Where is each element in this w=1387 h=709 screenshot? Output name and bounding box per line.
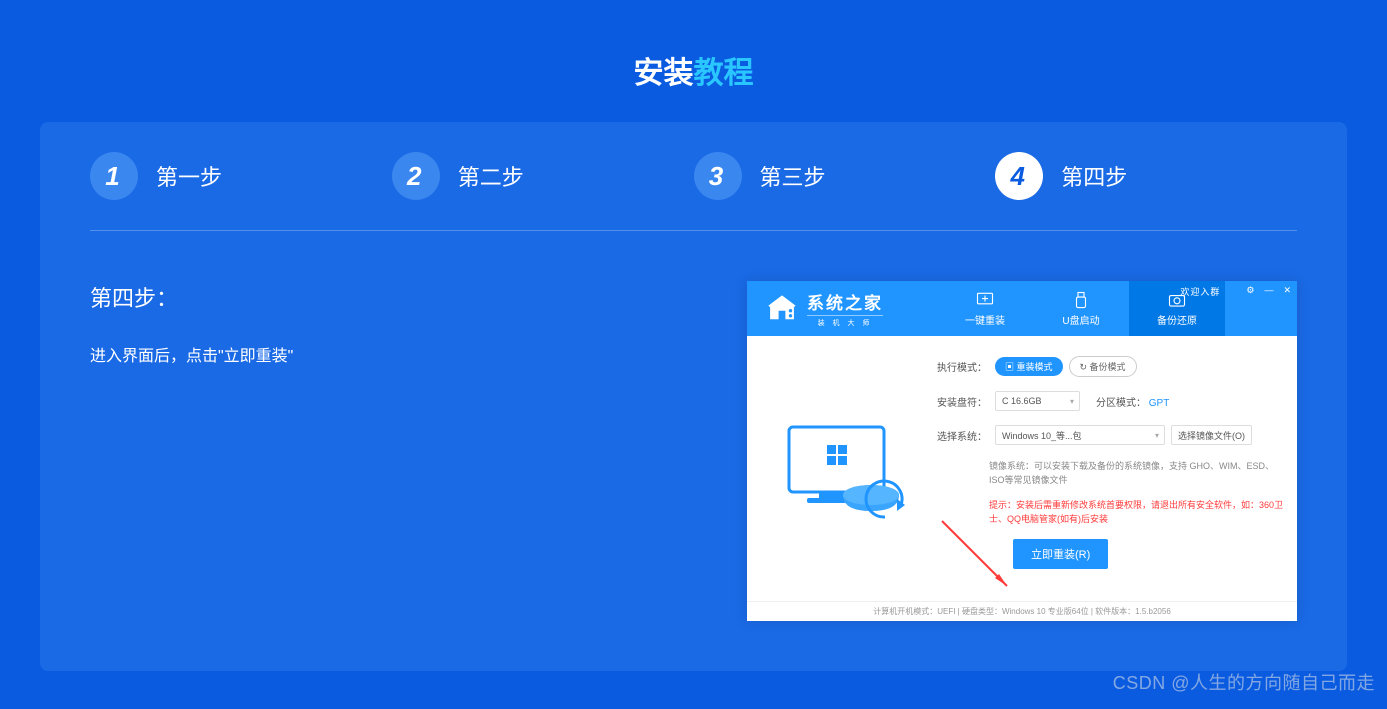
tab-usb-label: U盘启动 <box>1062 312 1099 327</box>
step-4[interactable]: 4 第四步 <box>995 152 1297 200</box>
header-link[interactable]: 欢迎入群 <box>1180 285 1220 298</box>
page-title: 安装教程 <box>0 0 1387 122</box>
reinstall-button[interactable]: 立即重装(R) <box>1013 539 1108 569</box>
step-content: 第四步： 进入界面后，点击"立即重装" 系统之家 装 机 大 师 <box>90 231 1297 621</box>
tab-usb[interactable]: U盘启动 <box>1033 281 1129 336</box>
step-2-label: 第二步 <box>458 160 524 192</box>
title-part-1: 安装 <box>634 57 694 90</box>
tab-reinstall-label: 一键重装 <box>965 312 1005 327</box>
mode-backup-pill[interactable]: ↻ 备份模式 <box>1069 356 1137 377</box>
step-4-num: 4 <box>995 152 1043 200</box>
hint2-text: 安装后需重新修改系统首要权限，请退出所有安全软件，如：360卫士、QQ电脑管家(… <box>989 500 1283 524</box>
mode-row: 执行模式： ▣ 重装模式 ↻ 备份模式 <box>937 356 1285 377</box>
disk-value: C 16.6GB <box>1002 396 1042 406</box>
hint-formats: 镜像系统：可以安装下载及备份的系统镜像，支持 GHO、WIM、ESD、ISO等常… <box>937 459 1285 488</box>
hint2-label: 提示： <box>989 500 1016 510</box>
step-1[interactable]: 1 第一步 <box>90 152 392 200</box>
disk-row: 安装盘符： C 16.6GB ▾ 分区模式： GPT <box>937 391 1285 411</box>
app-header: 系统之家 装 机 大 师 一键重装 U盘启动 <box>747 281 1297 336</box>
disk-select[interactable]: C 16.6GB ▾ <box>995 391 1080 411</box>
partition-val: GPT <box>1149 398 1170 409</box>
browse-label: 选择镜像文件(O) <box>1178 429 1245 442</box>
system-row: 选择系统： Windows 10_等...包 ▾ 选择镜像文件(O) <box>937 425 1285 445</box>
logo-sub-text: 装 机 大 师 <box>807 315 883 328</box>
system-select[interactable]: Windows 10_等...包 ▾ <box>995 425 1165 445</box>
house-icon <box>765 292 799 326</box>
form-area: 执行模式： ▣ 重装模式 ↻ 备份模式 安装盘符： C 16.6GB ▾ 分 <box>929 356 1285 593</box>
hint-warning: 提示：安装后需重新修改系统首要权限，请退出所有安全软件，如：360卫士、QQ电脑… <box>937 498 1285 527</box>
window-controls: 欢迎入群 ⚙ — ✕ <box>1180 285 1291 298</box>
step-text: 第四步： 进入界面后，点击"立即重装" <box>90 281 633 621</box>
step-4-label: 第四步 <box>1061 160 1127 192</box>
system-label: 选择系统： <box>937 428 989 443</box>
step-description: 进入界面后，点击"立即重装" <box>90 343 633 372</box>
usb-icon <box>1071 291 1091 309</box>
windows-icon <box>975 291 995 309</box>
mode-label: 执行模式： <box>937 359 989 374</box>
disk-label: 安装盘符： <box>937 394 989 409</box>
step-2-num: 2 <box>392 152 440 200</box>
status-bar: 计算机开机模式：UEFI | 硬盘类型：Windows 10 专业版64位 | … <box>747 601 1297 621</box>
step-2[interactable]: 2 第二步 <box>392 152 694 200</box>
step-tabs: 1 第一步 2 第二步 3 第三步 4 第四步 <box>90 122 1297 231</box>
title-part-2: 教程 <box>694 57 754 90</box>
tab-backup-label: 备份还原 <box>1157 312 1197 327</box>
step-heading: 第四步： <box>90 281 633 313</box>
app-body: 执行模式： ▣ 重装模式 ↻ 备份模式 安装盘符： C 16.6GB ▾ 分 <box>747 336 1297 601</box>
minimize-icon[interactable]: — <box>1264 285 1273 298</box>
watermark: CSDN @人生的方向随自己而走 <box>1113 669 1375 695</box>
step-3-num: 3 <box>694 152 742 200</box>
logo-main-text: 系统之家 <box>807 289 883 314</box>
step-3[interactable]: 3 第三步 <box>694 152 996 200</box>
partition-info: 分区模式： GPT <box>1096 394 1169 409</box>
chevron-down-icon: ▾ <box>1155 431 1159 440</box>
tutorial-panel: 1 第一步 2 第二步 3 第三步 4 第四步 第四步： 进入界面后，点击"立即… <box>40 122 1347 671</box>
chevron-down-icon: ▾ <box>1070 397 1074 406</box>
reinstall-label: 立即重装(R) <box>1031 549 1090 561</box>
step-3-label: 第三步 <box>760 160 826 192</box>
tab-reinstall[interactable]: 一键重装 <box>937 281 1033 336</box>
step-1-label: 第一步 <box>156 160 222 192</box>
browse-button[interactable]: 选择镜像文件(O) <box>1171 425 1252 445</box>
mode-reinstall-pill[interactable]: ▣ 重装模式 <box>995 357 1063 376</box>
illustration <box>759 356 929 593</box>
step-1-num: 1 <box>90 152 138 200</box>
settings-icon[interactable]: ⚙ <box>1246 285 1254 298</box>
screenshot-area: 系统之家 装 机 大 师 一键重装 U盘启动 <box>663 281 1297 621</box>
partition-key: 分区模式： <box>1096 398 1146 409</box>
app-window: 系统之家 装 机 大 师 一键重装 U盘启动 <box>747 281 1297 621</box>
close-icon[interactable]: ✕ <box>1283 285 1291 298</box>
system-value: Windows 10_等...包 <box>1002 429 1082 442</box>
hint1-label: 镜像系统： <box>989 461 1034 471</box>
app-logo: 系统之家 装 机 大 师 <box>747 289 937 328</box>
